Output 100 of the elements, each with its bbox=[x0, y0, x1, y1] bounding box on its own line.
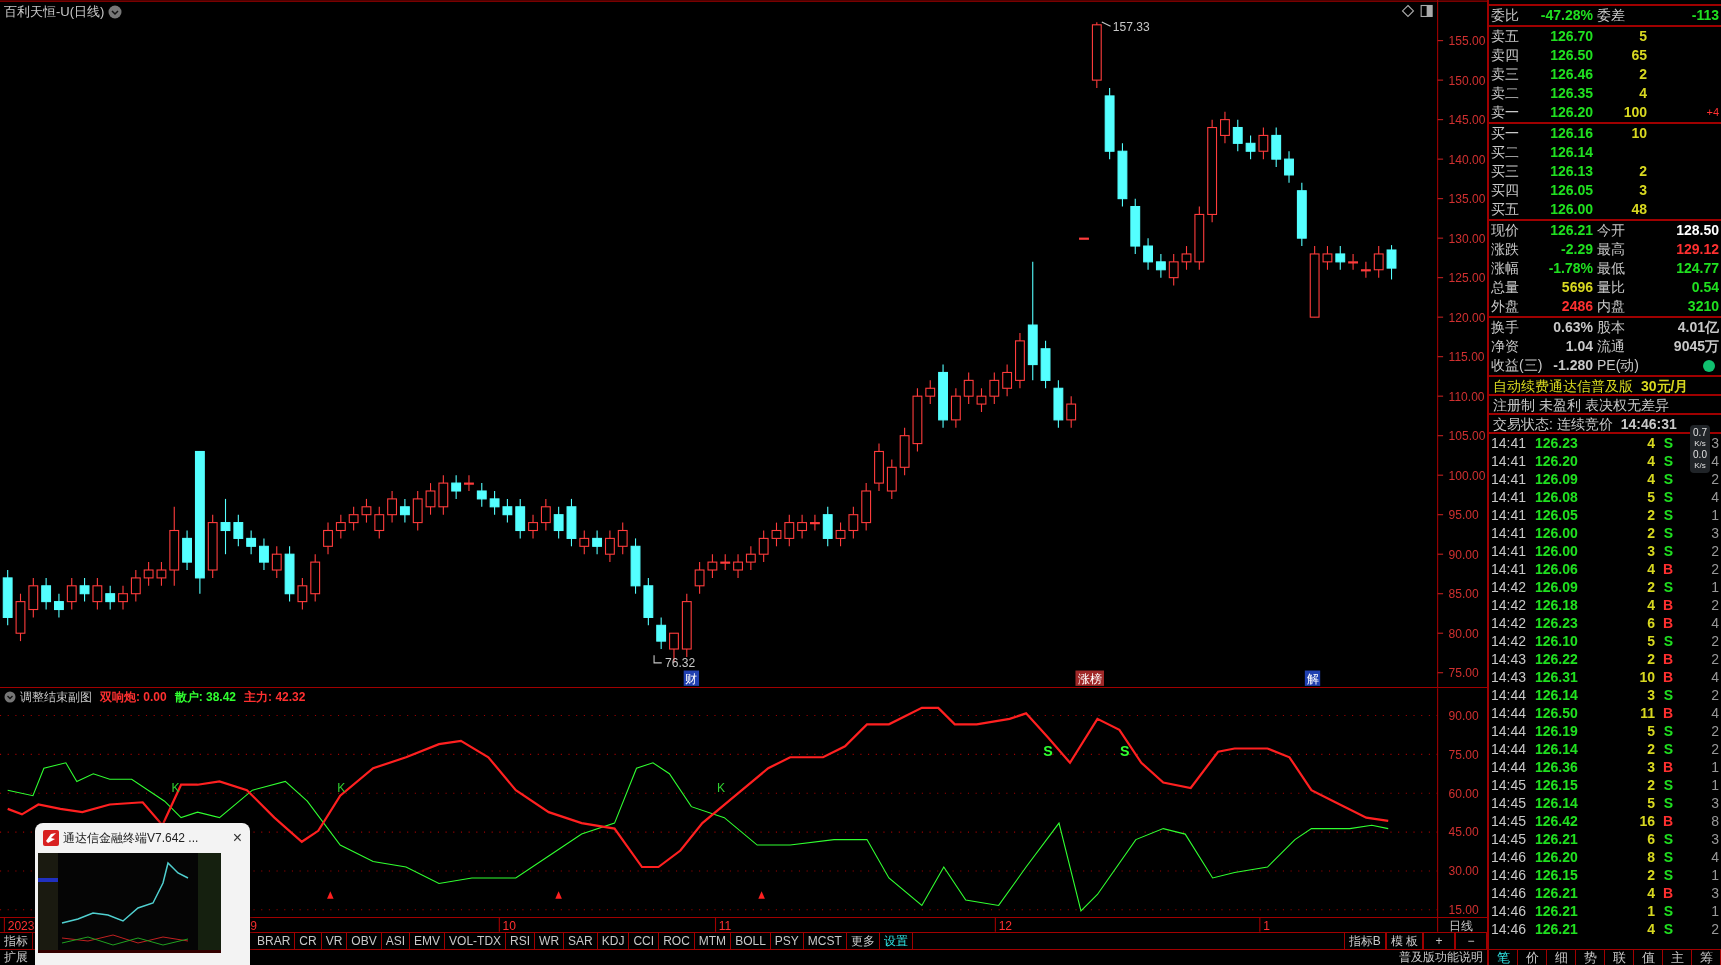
indicator-tab[interactable]: EMV bbox=[410, 933, 446, 949]
signal-label: K bbox=[337, 781, 346, 796]
trade-price: 126.09 bbox=[1535, 470, 1579, 488]
trade-side: S bbox=[1662, 542, 1673, 560]
indicator-readout: 散户: 38.42 bbox=[174, 689, 237, 706]
order-volume: 65 bbox=[1630, 46, 1647, 65]
trade-count: 2 bbox=[1711, 686, 1719, 704]
candlestick bbox=[1360, 261, 1371, 279]
candlestick bbox=[1373, 245, 1384, 279]
indicator-tab[interactable]: CCI bbox=[629, 933, 660, 949]
indicator-label: 30.00 bbox=[1448, 864, 1479, 879]
quote-tab[interactable]: 笔 bbox=[1489, 950, 1518, 965]
indicator-tab[interactable]: BRAR bbox=[253, 933, 296, 949]
quote-label: 委比 bbox=[1491, 6, 1520, 25]
quote-value: 129.12 bbox=[1675, 240, 1719, 259]
indicator-tab[interactable]: MTM bbox=[694, 933, 732, 949]
indicator-label: 90.00 bbox=[1448, 708, 1479, 723]
indicator-tab[interactable]: MCST bbox=[803, 933, 847, 949]
indicator-tab[interactable]: 设置 bbox=[879, 933, 913, 949]
dropdown-icon[interactable] bbox=[108, 4, 123, 19]
quote-tab[interactable]: 筹 bbox=[1692, 950, 1721, 965]
candlestick bbox=[464, 474, 474, 492]
order-price: 126.00 bbox=[1549, 200, 1593, 219]
candlestick bbox=[105, 585, 116, 611]
quote-label: 量比 bbox=[1596, 278, 1626, 297]
candlestick bbox=[41, 577, 52, 611]
expand-label[interactable]: 扩展 bbox=[0, 950, 32, 965]
trade-side: S bbox=[1662, 488, 1673, 506]
trade-time: 14:43 bbox=[1491, 650, 1528, 668]
trade-volume: 2 bbox=[1646, 740, 1655, 758]
trade-count: 1 bbox=[1711, 758, 1719, 776]
indicator-tab[interactable]: WR bbox=[535, 933, 565, 949]
trade-count: 4 bbox=[1711, 704, 1719, 722]
trade-time: 14:41 bbox=[1491, 524, 1528, 542]
candlestick bbox=[502, 498, 513, 524]
trade-price: 126.20 bbox=[1535, 452, 1579, 470]
quote-tab[interactable]: 主 bbox=[1663, 950, 1692, 965]
trade-price: 126.15 bbox=[1535, 776, 1579, 794]
indicator-tab[interactable]: SAR bbox=[564, 933, 598, 949]
leader-line bbox=[653, 654, 663, 664]
quote-value: 0.54 bbox=[1690, 278, 1719, 297]
notice-link[interactable]: 普及版功能说明 bbox=[1395, 950, 1487, 965]
indicator-tab[interactable]: CR bbox=[295, 933, 322, 949]
indicator-tab[interactable]: ASI bbox=[381, 933, 411, 949]
quote-tab[interactable]: 细 bbox=[1547, 950, 1576, 965]
trade-volume: 4 bbox=[1646, 560, 1655, 578]
collapse-icon[interactable] bbox=[4, 691, 16, 703]
order-volume: 10 bbox=[1630, 124, 1647, 143]
chart-tool-button[interactable]: − bbox=[1455, 933, 1487, 949]
trade-price: 126.00 bbox=[1535, 524, 1579, 542]
order-label: 买三 bbox=[1491, 162, 1520, 181]
price-label: 140.00 bbox=[1448, 152, 1486, 167]
order-label: 卖二 bbox=[1491, 84, 1520, 103]
trade-volume: 4 bbox=[1646, 470, 1655, 488]
quote-label: 收益(三) bbox=[1491, 356, 1544, 375]
quote-value: 0.63% bbox=[1552, 318, 1593, 337]
indicator-tab[interactable]: VOL-TDX bbox=[445, 933, 507, 949]
candlestick bbox=[604, 529, 615, 563]
indicator-tab[interactable]: 指标 bbox=[0, 933, 33, 949]
indicator-tab[interactable]: ROC bbox=[659, 933, 695, 949]
indicator-tab[interactable]: OBV bbox=[347, 933, 382, 949]
price-label: 125.00 bbox=[1448, 271, 1486, 286]
trade-price: 126.20 bbox=[1535, 848, 1579, 866]
candlestick bbox=[1258, 126, 1269, 160]
order-price: 126.20 bbox=[1549, 103, 1593, 122]
quote-label: 最高 bbox=[1596, 240, 1626, 259]
indicator-tab[interactable]: BOLL bbox=[731, 933, 771, 949]
promo-price[interactable]: 30元/月 bbox=[1641, 377, 1689, 394]
promo-text[interactable]: 自动续费通达信普及版 bbox=[1493, 377, 1633, 394]
quote-tab[interactable]: 价 bbox=[1518, 950, 1547, 965]
candlestick bbox=[489, 490, 500, 516]
quote-tab[interactable]: 势 bbox=[1576, 950, 1605, 965]
candlestick bbox=[233, 514, 244, 547]
quote-tab[interactable]: 联 bbox=[1605, 950, 1634, 965]
quote-value: 4.01亿 bbox=[1676, 318, 1719, 337]
trade-time: 14:43 bbox=[1491, 668, 1528, 686]
order-price: 126.16 bbox=[1549, 124, 1593, 143]
candlestick bbox=[438, 474, 449, 516]
indicator-tab[interactable]: KDJ bbox=[597, 933, 630, 949]
trade-time: 14:41 bbox=[1491, 452, 1528, 470]
quote-tab[interactable]: 值 bbox=[1634, 950, 1663, 965]
trade-time: 14:45 bbox=[1491, 830, 1528, 848]
price-label: 110.00 bbox=[1448, 389, 1485, 404]
candlestick bbox=[989, 371, 1000, 405]
indicator-tab[interactable]: RSI bbox=[506, 933, 536, 949]
candlestick bbox=[1155, 253, 1166, 279]
chart-tool-button[interactable]: + bbox=[1423, 933, 1455, 949]
date-label: 12 bbox=[998, 918, 1013, 933]
indicator-tab[interactable]: PSY bbox=[770, 933, 804, 949]
trade-side: S bbox=[1662, 722, 1673, 740]
chart-tool-button[interactable]: 指标B bbox=[1343, 933, 1386, 949]
indicator-tab[interactable]: 更多 bbox=[846, 933, 880, 949]
close-button[interactable]: × bbox=[232, 826, 242, 850]
candlestick bbox=[963, 371, 974, 405]
indicator-tab[interactable]: VR bbox=[321, 933, 348, 949]
chart-tool-button[interactable]: 模 板 bbox=[1385, 933, 1423, 949]
quote-value: 126.21 bbox=[1549, 221, 1593, 240]
quote-value: 2486 bbox=[1560, 297, 1593, 316]
trade-count: 2 bbox=[1711, 632, 1719, 650]
candlestick bbox=[579, 529, 590, 555]
